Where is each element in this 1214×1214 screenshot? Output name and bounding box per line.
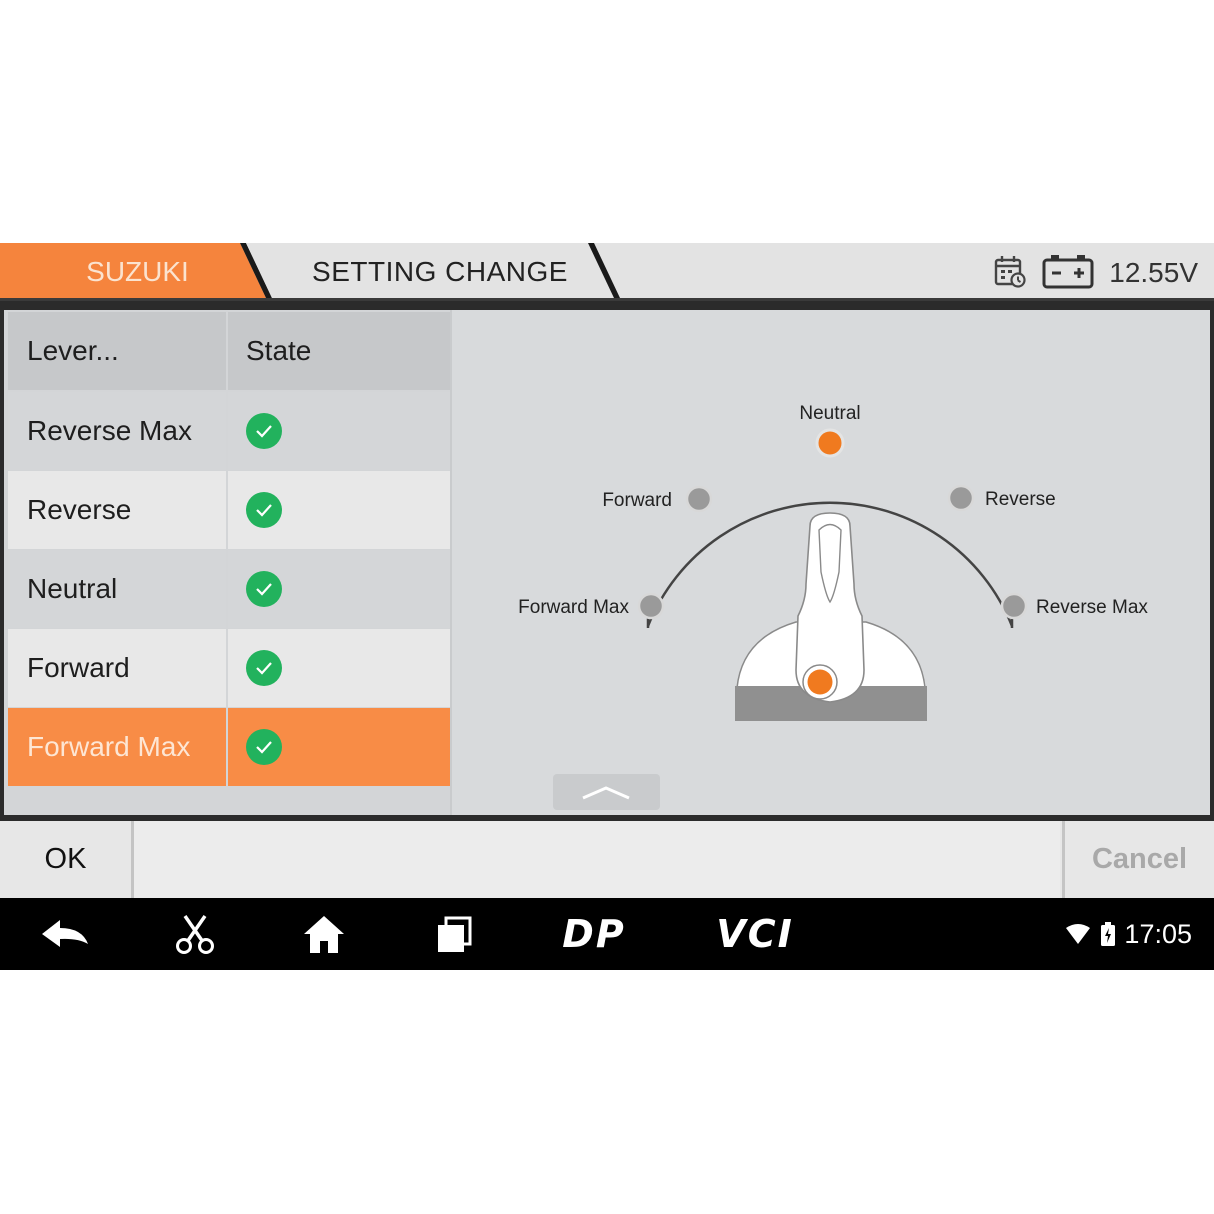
back-button[interactable] [34,898,96,970]
label-forward-max: Forward Max [518,597,629,618]
button-bar-spacer [134,821,1060,898]
home-button[interactable] [294,898,354,970]
calendar-clock-icon [993,254,1027,293]
clock: 17:05 [1124,918,1192,949]
table-row[interactable]: Neutral [4,550,452,628]
cancel-button[interactable]: Cancel [1062,821,1214,898]
dp-label: DP [562,912,626,956]
row-state [228,629,450,707]
header-status: 12.55V [993,253,1198,293]
voltage-readout: 12.55V [1109,257,1198,288]
check-icon [246,571,282,607]
row-label: Forward Max [8,708,226,786]
dot-forward [685,485,713,513]
check-icon [246,492,282,528]
dot-forward-max [637,592,665,620]
column-header-lever: Lever... [8,312,226,390]
label-forward: Forward [602,490,672,511]
check-icon [246,650,282,686]
row-state [228,550,450,628]
action-bar: OK Cancel [0,821,1214,898]
check-icon [246,729,282,765]
dot-neutral [815,428,845,458]
check-icon [246,413,282,449]
dp-button[interactable]: DP [548,898,640,970]
row-label: Neutral [8,550,226,628]
row-state [228,392,450,470]
battery-status-icon [1101,922,1116,946]
dot-reverse-max [1000,592,1028,620]
wifi-icon [1066,924,1091,944]
column-header-state: State [228,312,450,390]
row-state [228,471,450,549]
header-bar: SUZUKI SETTING CHANGE 12.55V [0,243,1214,301]
tab-brand[interactable]: SUZUKI [40,256,235,288]
app-screen: SUZUKI SETTING CHANGE 12.55V Lever... St… [0,243,1214,970]
lever-diagram: Neutral Forward Reverse Forward Max Reve… [518,403,1148,721]
home-icon [304,916,344,953]
chevron-up-icon [582,786,630,800]
label-reverse-max: Reverse Max [1036,597,1148,618]
collapse-button[interactable] [553,774,660,810]
row-state [228,708,450,786]
vci-button[interactable]: VCI [705,898,805,970]
table-header: Lever... State [4,312,452,390]
screenshot-button[interactable] [165,898,225,970]
row-label: Forward [8,629,226,707]
dot-reverse [947,484,975,512]
table-row-selected[interactable]: Forward Max [4,708,452,786]
back-icon [42,920,88,947]
scissors-icon [176,915,214,954]
recent-apps-button[interactable] [424,898,484,970]
label-reverse: Reverse [985,489,1056,510]
row-label: Reverse Max [8,392,226,470]
tab-setting-change[interactable]: SETTING CHANGE [270,256,610,288]
battery-icon [1041,252,1095,295]
status-area: 17:05 [1064,898,1192,970]
main-panel: Lever... State Reverse Max Reverse Neutr… [4,310,1210,815]
label-neutral: Neutral [799,403,860,424]
table-row[interactable]: Reverse Max [4,392,452,470]
row-label: Reverse [8,471,226,549]
vci-label: VCI [716,912,794,956]
table-row[interactable]: Forward [4,629,452,707]
ok-button[interactable]: OK [0,821,134,898]
system-nav-bar: DP VCI 17:05 [0,898,1214,970]
table-row[interactable]: Reverse [4,471,452,549]
recent-apps-icon [438,916,472,952]
lever-state-table: Lever... State Reverse Max Reverse Neutr… [4,310,452,815]
